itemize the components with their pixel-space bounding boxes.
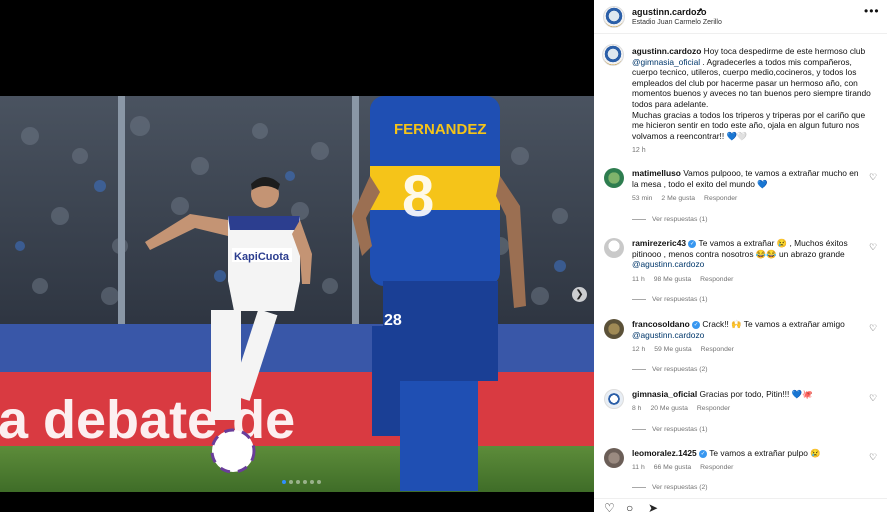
comment-time: 11 h xyxy=(632,464,645,471)
comment: francosoldano ✓ Crack!! 🙌 Te vamos a ext… xyxy=(594,319,887,389)
comment-meta: 11 h 98 Me gusta Responder xyxy=(632,276,733,283)
comment: matimelluso Vamos pulpooo, te vamos a ex… xyxy=(594,168,887,238)
view-replies-button[interactable]: Ver respuestas (1) xyxy=(632,426,708,433)
comment-text: gimnasia_oficial Gracias por todo, Pitin… xyxy=(632,389,864,400)
avatar[interactable] xyxy=(603,6,625,28)
view-replies-button[interactable]: Ver respuestas (1) xyxy=(632,216,708,223)
caption-text-part: Hoy toca despedirme de este hermoso club xyxy=(701,46,866,56)
comment-body: Te vamos a extrañar pulpo 😢 xyxy=(707,448,821,458)
heart-icon[interactable]: ♡ xyxy=(869,452,877,463)
mention-link[interactable]: @agustinn.cardozo xyxy=(632,330,704,340)
comment-meta: 11 h 66 Me gusta Responder xyxy=(632,464,733,471)
verified-badge-icon: ✓ xyxy=(692,320,701,329)
post-actions: ♡ ○ ➤ xyxy=(594,498,887,512)
view-replies-label: Ver respuestas (2) xyxy=(652,484,708,491)
comment-text: ramirezeric43 ✓ Te vamos a extrañar 😢 , … xyxy=(632,238,864,270)
view-replies-button[interactable]: Ver respuestas (2) xyxy=(632,484,708,491)
post-header: agustinn.cardozo • Estadio Juan Carmelo … xyxy=(594,0,887,34)
comment-icon[interactable]: ○ xyxy=(626,501,633,512)
carousel-dot xyxy=(282,480,286,484)
heart-icon[interactable]: ♡ xyxy=(869,323,877,334)
jersey-number-secondary: 28 xyxy=(384,312,402,329)
carousel-dots xyxy=(282,480,321,484)
mention-link[interactable]: @agustinn.cardozo xyxy=(632,259,704,269)
comment-username[interactable]: leomoralez.1425 xyxy=(632,448,697,458)
avatar[interactable] xyxy=(604,389,624,409)
heart-icon[interactable]: ♡ xyxy=(869,242,877,253)
heart-icon[interactable]: ♡ xyxy=(869,393,877,404)
comment-likes[interactable]: 2 Me gusta xyxy=(661,195,695,202)
avatar[interactable] xyxy=(604,238,624,258)
view-replies-button[interactable]: Ver respuestas (2) xyxy=(632,366,708,373)
comment-text: leomoralez.1425 ✓ Te vamos a extrañar pu… xyxy=(632,448,864,459)
verified-badge-icon: ✓ xyxy=(699,449,708,458)
comment-text: francosoldano ✓ Crack!! 🙌 Te vamos a ext… xyxy=(632,319,864,340)
shirt-sponsor: KapiCuota xyxy=(234,251,290,263)
more-icon[interactable]: ••• xyxy=(864,4,880,18)
carousel-dot xyxy=(310,480,314,484)
comment-meta: 53 min 2 Me gusta Responder xyxy=(632,195,737,202)
comment-time: 53 min xyxy=(632,195,653,202)
post-photo[interactable]: a debate de KapiCuota FERNANDEZ 8 28 xyxy=(0,96,594,492)
avatar[interactable] xyxy=(604,168,624,188)
author-username[interactable]: agustinn.cardozo xyxy=(632,7,707,17)
pitch xyxy=(0,446,594,492)
view-replies-label: Ver respuestas (1) xyxy=(652,296,708,303)
football-photo: a debate de KapiCuota FERNANDEZ 8 28 xyxy=(0,96,594,492)
comment-username[interactable]: gimnasia_oficial xyxy=(632,389,697,399)
view-replies-label: Ver respuestas (1) xyxy=(652,216,708,223)
reply-button[interactable]: Responder xyxy=(700,464,733,471)
carousel-dot xyxy=(303,480,307,484)
comment-time: 12 h xyxy=(632,346,646,353)
avatar[interactable] xyxy=(602,44,624,66)
separator-dot: • xyxy=(699,5,703,16)
comment-likes[interactable]: 66 Me gusta xyxy=(654,464,691,471)
avatar[interactable] xyxy=(604,448,624,468)
reply-button[interactable]: Responder xyxy=(701,346,734,353)
comment-meta: 8 h 20 Me gusta Responder xyxy=(632,405,730,412)
mention-link[interactable]: @gimnasia_oficial xyxy=(632,57,700,67)
share-icon[interactable]: ➤ xyxy=(648,501,658,512)
comment-likes[interactable]: 98 Me gusta xyxy=(654,276,691,283)
comment-likes[interactable]: 20 Me gusta xyxy=(650,405,687,412)
carousel-dot xyxy=(296,480,300,484)
comment-username[interactable]: francosoldano xyxy=(632,319,690,329)
caption-text: agustinn.cardozo Hoy toca despedirme de … xyxy=(632,46,876,141)
heart-emoji: 💙🤍 xyxy=(726,130,748,141)
stadium-pillar xyxy=(118,96,125,331)
carousel-dot xyxy=(289,480,293,484)
instagram-post-viewer: a debate de KapiCuota FERNANDEZ 8 28 ❯ a… xyxy=(0,0,887,512)
caption-text-part: Muchas gracias a todos los triperos y tr… xyxy=(632,109,866,141)
view-replies-label: Ver respuestas (1) xyxy=(652,426,708,433)
caption-username[interactable]: agustinn.cardozo xyxy=(632,46,701,56)
heart-icon[interactable]: ♡ xyxy=(604,501,615,512)
comment-time: 8 h xyxy=(632,405,642,412)
comment-time: 11 h xyxy=(632,276,645,283)
chevron-right-icon: ❯ xyxy=(575,289,584,300)
caption-time: 12 h xyxy=(632,147,646,154)
next-media-button[interactable]: ❯ xyxy=(572,287,587,302)
jersey-number: 8 xyxy=(402,164,434,229)
comment-body: Gracias por todo, Pitin!!! 💙🐙 xyxy=(697,389,813,399)
jersey-name: FERNANDEZ xyxy=(394,121,487,138)
comment-body: Crack!! 🙌 Te vamos a extrañar amigo xyxy=(700,319,845,329)
reply-button[interactable]: Responder xyxy=(704,195,737,202)
view-replies-button[interactable]: Ver respuestas (1) xyxy=(632,296,708,303)
comment-username[interactable]: ramirezeric43 xyxy=(632,238,686,248)
comments-panel: agustinn.cardozo • Estadio Juan Carmelo … xyxy=(594,0,887,512)
location-link[interactable]: Estadio Juan Carmelo Zerillo xyxy=(632,19,722,26)
post-media: a debate de KapiCuota FERNANDEZ 8 28 ❯ xyxy=(0,0,594,512)
blue-ad-board xyxy=(0,324,594,374)
comment-text: matimelluso Vamos pulpooo, te vamos a ex… xyxy=(632,168,864,189)
reply-button[interactable]: Responder xyxy=(700,276,733,283)
comment-meta: 12 h 59 Me gusta Responder xyxy=(632,346,734,353)
avatar[interactable] xyxy=(604,319,624,339)
comment: ramirezeric43 ✓ Te vamos a extrañar 😢 , … xyxy=(594,238,887,308)
comment-likes[interactable]: 59 Me gusta xyxy=(654,346,691,353)
comment-username[interactable]: matimelluso xyxy=(632,168,681,178)
heart-icon[interactable]: ♡ xyxy=(869,172,877,183)
carousel-dot xyxy=(317,480,321,484)
reply-button[interactable]: Responder xyxy=(697,405,730,412)
view-replies-label: Ver respuestas (2) xyxy=(652,366,708,373)
